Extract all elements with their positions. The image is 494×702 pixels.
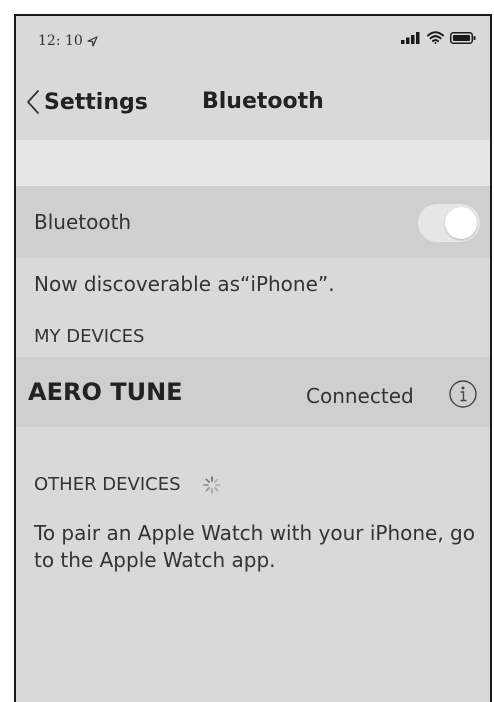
chevron-left-icon	[27, 90, 39, 114]
toggle-knob	[445, 207, 477, 239]
status-bar: 12: 10	[16, 16, 490, 70]
back-button-label: Settings	[44, 89, 148, 115]
battery-icon	[450, 31, 476, 44]
info-icon[interactable]	[448, 379, 478, 409]
my-devices-header: MY DEVICES	[34, 326, 145, 347]
loading-spinner-icon	[202, 475, 221, 494]
discoverable-text: Now discoverable as“iPhone”.	[34, 272, 335, 296]
phone-screen: 12: 10 Settings Bluetooth Bluetooth Now …	[14, 14, 492, 702]
device-row-aero-tune[interactable]: AERO TUNE Connected	[16, 357, 490, 427]
bluetooth-toggle[interactable]	[418, 204, 480, 242]
status-time: 12: 10	[38, 33, 98, 49]
location-arrow-icon	[87, 35, 98, 47]
page-title: Bluetooth	[202, 89, 324, 114]
apple-watch-pair-hint: To pair an Apple Watch with your iPhone,…	[34, 521, 475, 572]
status-icons	[401, 31, 476, 44]
device-name: AERO TUNE	[28, 378, 183, 406]
section-spacer	[16, 140, 490, 186]
device-status: Connected	[306, 384, 414, 408]
bluetooth-toggle-row: Bluetooth	[16, 186, 490, 258]
status-time-label: 12: 10	[38, 33, 83, 49]
other-devices-header-row: OTHER DEVICES	[34, 474, 221, 495]
navigation-bar: Settings Bluetooth	[16, 70, 490, 140]
back-button[interactable]: Settings	[26, 89, 148, 115]
signal-bars-icon	[401, 31, 420, 44]
other-devices-header: OTHER DEVICES	[34, 474, 181, 495]
wifi-icon	[427, 31, 444, 44]
bluetooth-label: Bluetooth	[34, 210, 132, 234]
